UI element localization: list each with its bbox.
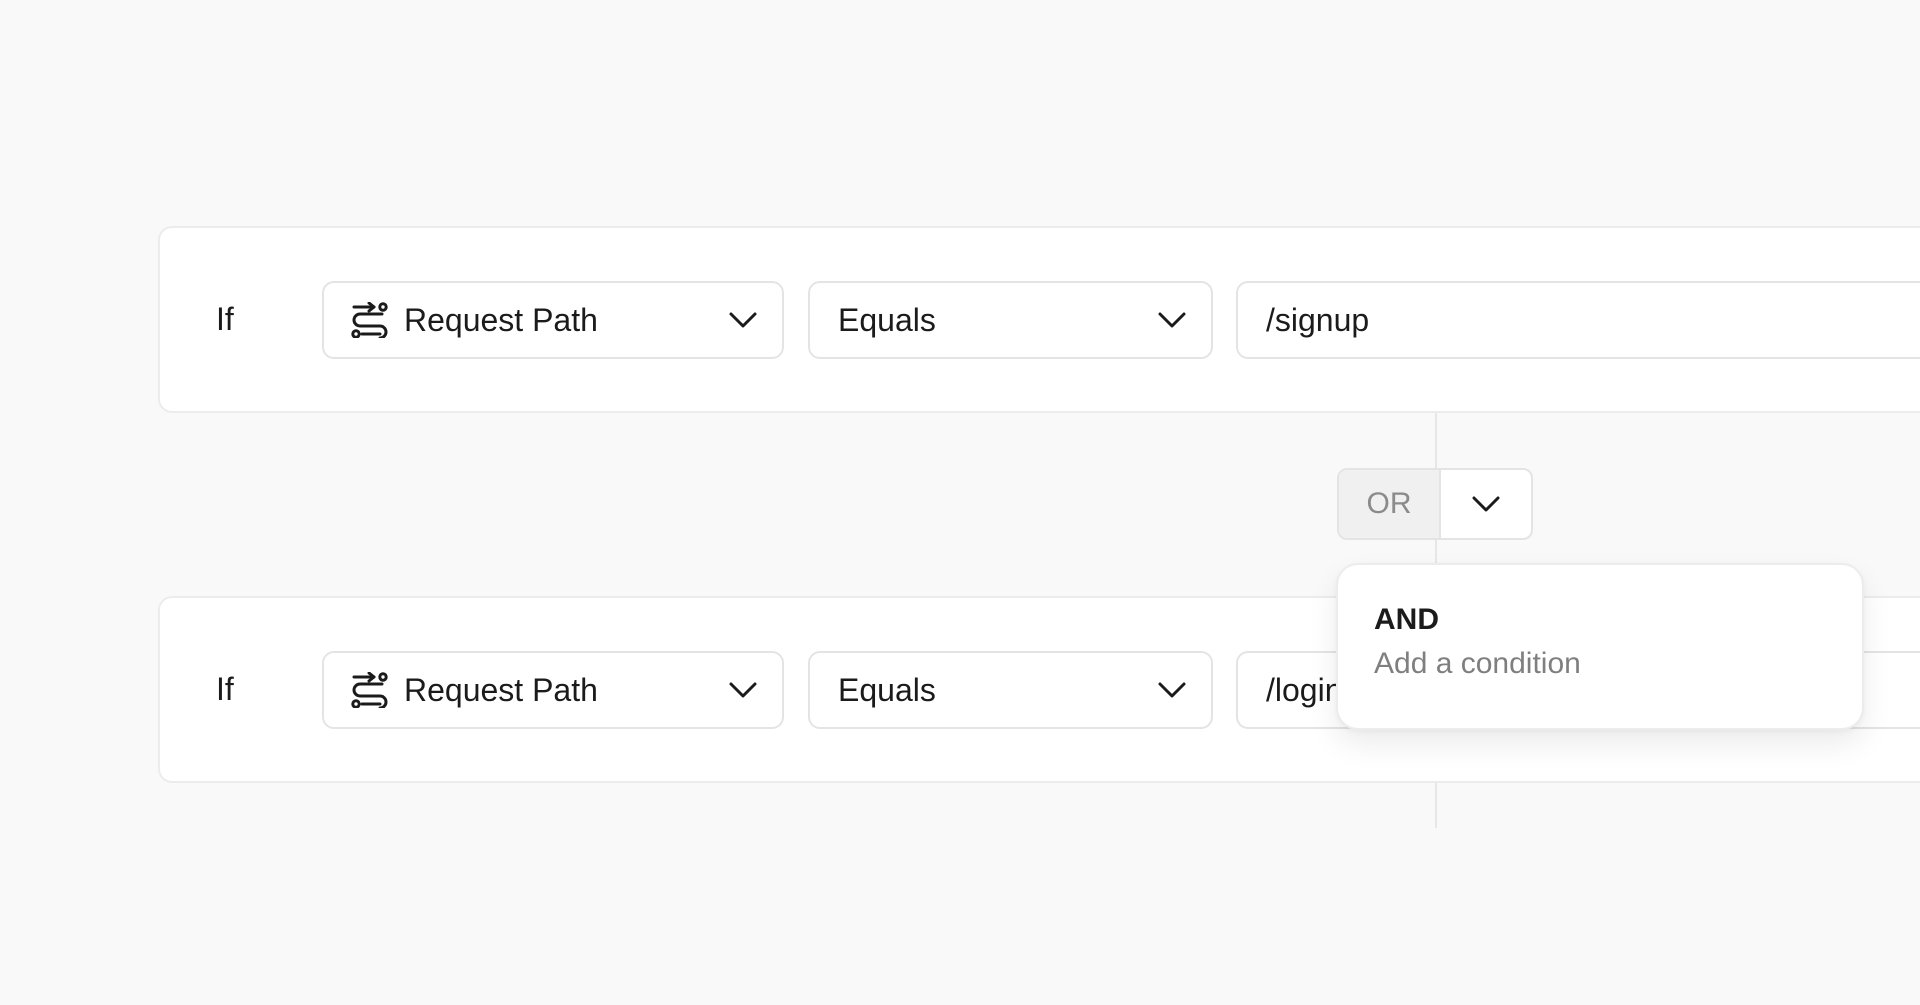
chevron-down-icon	[1158, 312, 1186, 328]
operator-select[interactable]: Equals	[808, 281, 1213, 359]
menu-option-description: Add a condition	[1374, 647, 1581, 680]
field-select[interactable]: Request Path	[322, 281, 784, 359]
if-label: If	[216, 301, 234, 337]
condition-card: If Request Path Equals /signup	[158, 226, 1920, 413]
combinator-menu: AND Add a condition	[1336, 563, 1864, 730]
combinator-dropdown-button[interactable]	[1441, 470, 1531, 538]
chevron-down-icon	[729, 682, 757, 698]
menu-option-and[interactable]: AND Add a condition	[1338, 565, 1862, 728]
chevron-down-icon	[729, 312, 757, 328]
field-select-label: Request Path	[404, 671, 598, 708]
if-label: If	[216, 671, 234, 707]
connector-line	[1435, 780, 1437, 828]
field-select-label: Request Path	[404, 301, 598, 338]
route-icon	[351, 672, 388, 708]
operator-select[interactable]: Equals	[808, 651, 1213, 729]
combinator-label: OR	[1339, 470, 1441, 538]
operator-select-label: Equals	[838, 671, 936, 708]
menu-option-title: AND	[1374, 603, 1439, 636]
chevron-down-icon	[1158, 682, 1186, 698]
operator-select-label: Equals	[838, 301, 936, 338]
chevron-down-icon	[1472, 496, 1500, 512]
value-input[interactable]: /signup	[1236, 281, 1920, 359]
combinator-toggle[interactable]: OR	[1337, 468, 1533, 540]
route-icon	[351, 302, 388, 338]
connector-line	[1435, 410, 1437, 470]
field-select[interactable]: Request Path	[322, 651, 784, 729]
